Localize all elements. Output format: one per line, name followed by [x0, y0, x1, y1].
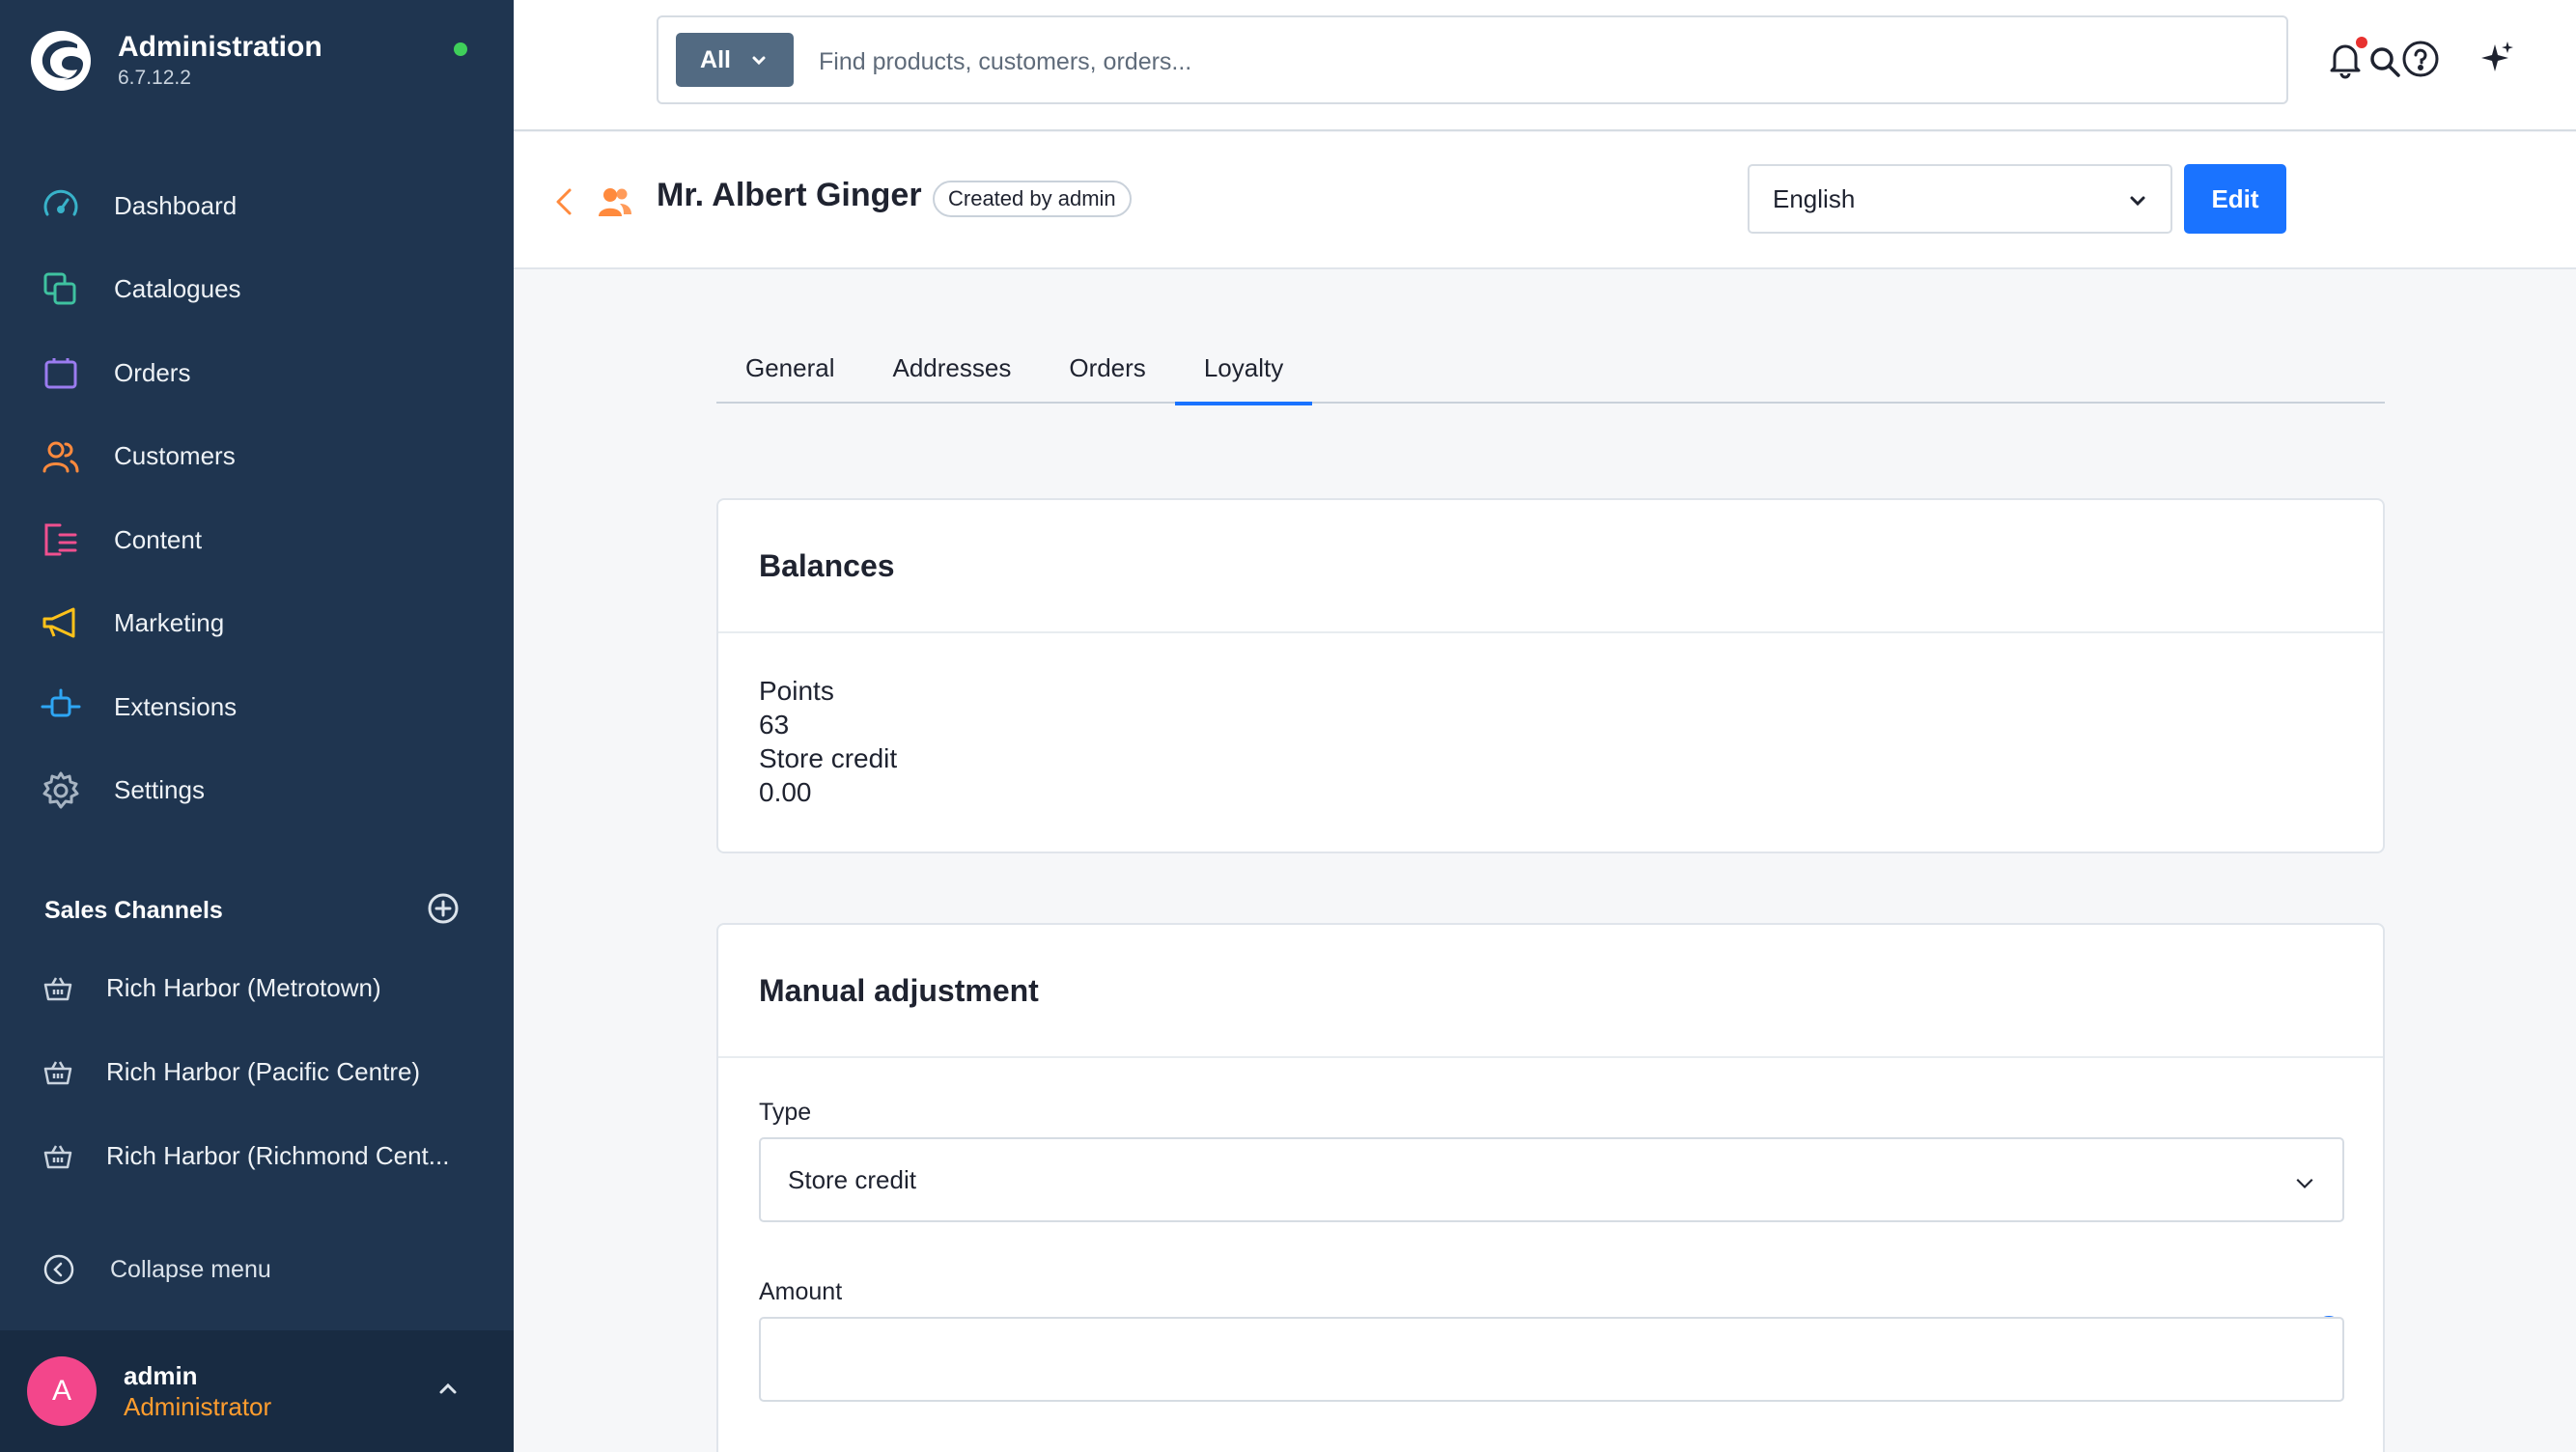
- tab-orders[interactable]: Orders: [1040, 338, 1174, 398]
- add-sales-channel-button[interactable]: [427, 892, 460, 930]
- created-by-badge: Created by admin: [933, 181, 1132, 217]
- search-input[interactable]: [819, 39, 2170, 85]
- user-role: Administrator: [124, 1392, 272, 1421]
- type-select-value: Store credit: [788, 1164, 916, 1194]
- sidebar-item-label: Extensions: [114, 691, 238, 721]
- user-name: admin: [124, 1360, 198, 1390]
- collapse-menu-label: Collapse menu: [110, 1255, 271, 1283]
- chevron-up-icon[interactable]: [434, 1375, 462, 1402]
- avatar: A: [27, 1356, 97, 1426]
- brand[interactable]: Administration 6.7.12.2: [29, 29, 322, 93]
- sales-channel-item[interactable]: Rich Harbor (Pacific Centre): [0, 1030, 514, 1114]
- chevron-down-icon: [2130, 196, 2145, 207]
- help-icon[interactable]: [2400, 39, 2441, 79]
- tab-general[interactable]: General: [716, 338, 864, 398]
- plus-circle-icon: [428, 893, 459, 924]
- marketing-icon: [42, 607, 75, 638]
- store-credit-label: Store credit: [759, 743, 898, 773]
- customer-tabs: General Addresses Orders Loyalty: [716, 344, 2385, 405]
- online-status-indicator: [454, 42, 467, 56]
- manual-adjustment-card: Manual adjustment Type Store credit Amou…: [716, 923, 2385, 1452]
- settings-icon: [42, 771, 79, 809]
- basket-icon: [43, 1144, 72, 1168]
- content-icon: [44, 523, 77, 556]
- edit-button[interactable]: Edit: [2184, 164, 2286, 234]
- search-icon[interactable]: [2367, 44, 2402, 79]
- extensions-icon: [41, 688, 81, 717]
- sales-channels-title: Sales Channels: [44, 897, 223, 924]
- top-bar: All: [514, 0, 2576, 131]
- sales-channel-item[interactable]: Rich Harbor (Richmond Cent...: [0, 1114, 514, 1198]
- sidebar-item-label: Catalogues: [114, 274, 241, 304]
- customer-module-icon: [599, 188, 631, 216]
- balances-card: Balances Points 63 Store credit 0.00: [716, 498, 2385, 853]
- balances-card-title: Balances: [718, 500, 2383, 633]
- customers-icon: [42, 441, 79, 473]
- sidebar-item-customers[interactable]: Customers: [0, 415, 514, 499]
- search-scope-dropdown[interactable]: All: [676, 33, 794, 87]
- language-select[interactable]: English: [1748, 164, 2172, 234]
- basket-icon: [43, 976, 72, 1000]
- sales-channel-label: Rich Harbor (Pacific Centre): [106, 1057, 421, 1086]
- language-select-value: English: [1773, 183, 1856, 213]
- store-credit-value: 0.00: [759, 777, 812, 807]
- sidebar-item-settings[interactable]: Settings: [0, 749, 514, 833]
- basket-icon: [43, 1060, 72, 1084]
- manual-adjustment-card-title: Manual adjustment: [718, 925, 2383, 1058]
- amount-input[interactable]: [759, 1317, 2344, 1402]
- search-scope-label: All: [700, 45, 731, 73]
- sidebar-item-label: Content: [114, 524, 203, 554]
- shopware-logo-icon: [31, 31, 91, 91]
- points-value: 63: [759, 710, 790, 740]
- chevron-down-icon: [752, 56, 766, 66]
- sidebar: Administration 6.7.12.2 Dashboard Catalo…: [0, 0, 514, 1452]
- points-label: Points: [759, 676, 834, 706]
- sales-channels-header: Sales Channels: [44, 892, 460, 930]
- sidebar-item-marketing[interactable]: Marketing: [0, 582, 514, 666]
- orders-icon: [44, 358, 77, 389]
- notification-badge: [2356, 37, 2367, 48]
- sidebar-item-orders[interactable]: Orders: [0, 331, 514, 415]
- app-version: 6.7.12.2: [118, 67, 191, 90]
- amount-field-label: Amount: [759, 1278, 843, 1305]
- type-field-label: Type: [759, 1099, 812, 1126]
- page-title: Mr. Albert Ginger: [657, 177, 922, 213]
- sidebar-item-catalogues[interactable]: Catalogues: [0, 248, 514, 332]
- dashboard-icon: [43, 190, 78, 216]
- type-select[interactable]: Store credit: [759, 1137, 2344, 1222]
- sidebar-item-dashboard[interactable]: Dashboard: [0, 164, 514, 248]
- main-nav: Dashboard Catalogues Orders Customers Co…: [0, 164, 514, 832]
- sales-channel-label: Rich Harbor (Richmond Cent...: [106, 1141, 450, 1170]
- sidebar-item-label: Marketing: [114, 608, 225, 638]
- back-arrow-icon[interactable]: [550, 184, 579, 219]
- sidebar-item-content[interactable]: Content: [0, 498, 514, 582]
- chevron-down-icon: [2296, 1179, 2313, 1188]
- sidebar-item-label: Settings: [114, 775, 205, 805]
- sales-channel-label: Rich Harbor (Metrotown): [106, 973, 381, 1002]
- catalogues-icon: [43, 272, 76, 305]
- sidebar-item-label: Dashboard: [114, 190, 238, 220]
- sidebar-item-extensions[interactable]: Extensions: [0, 665, 514, 749]
- chevron-left-circle-icon: [43, 1254, 74, 1285]
- sparkles-icon[interactable]: [2476, 39, 2516, 79]
- page-header: Mr. Albert Ginger Created by admin Engli…: [514, 132, 2576, 269]
- collapse-menu-button[interactable]: Collapse menu: [42, 1253, 271, 1286]
- sidebar-item-label: Customers: [114, 441, 236, 471]
- global-search: All: [657, 15, 2400, 104]
- app-title: Administration: [118, 31, 322, 64]
- user-menu[interactable]: A admin Administrator: [0, 1330, 514, 1452]
- sales-channel-item[interactable]: Rich Harbor (Metrotown): [0, 946, 514, 1030]
- sidebar-item-label: Orders: [114, 357, 191, 387]
- tab-loyalty[interactable]: Loyalty: [1174, 338, 1313, 405]
- tab-addresses[interactable]: Addresses: [864, 338, 1041, 398]
- sales-channels-list: Rich Harbor (Metrotown) Rich Harbor (Pac…: [0, 946, 514, 1198]
